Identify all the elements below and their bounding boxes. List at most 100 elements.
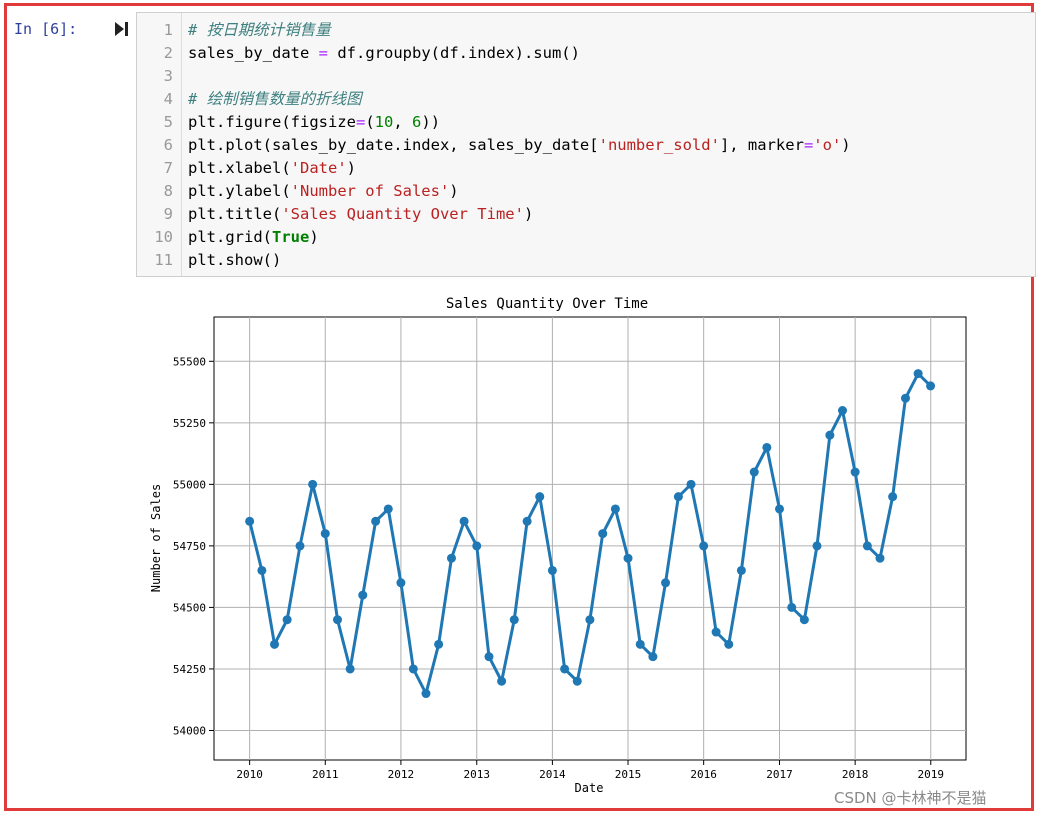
code-source: plt.grid(True): [188, 226, 319, 249]
data-point: [888, 492, 898, 502]
code-token: plt.figure(figsize: [188, 113, 356, 131]
code-line: 4 # 绘制销售数量的折线图: [137, 88, 1035, 111]
x-tick-label: 2016: [690, 768, 717, 781]
code-line: 10 plt.grid(True): [137, 226, 1035, 249]
data-point: [371, 516, 381, 526]
code-token: ,: [393, 113, 413, 131]
data-point: [762, 442, 772, 452]
code-token: 10: [374, 113, 394, 131]
x-tick-label: 2013: [464, 768, 491, 781]
code-token: plt.plot(sales_by_date.index, sales_by_d…: [188, 136, 599, 154]
code-line: 1 # 按日期统计销售量: [137, 19, 1035, 42]
data-point: [446, 553, 456, 563]
data-point: [434, 639, 444, 649]
data-point: [913, 369, 923, 379]
code-token: 'Number of Sales': [290, 182, 450, 200]
code-line: 6 plt.plot(sales_by_date.index, sales_by_…: [137, 134, 1035, 157]
data-point: [522, 516, 532, 526]
cell-prompt: In [6]:: [14, 20, 78, 38]
code-token: =: [355, 113, 366, 131]
code-token: plt.grid(: [188, 228, 272, 246]
data-point: [333, 615, 343, 625]
data-point: [686, 479, 696, 489]
data-point: [472, 541, 482, 551]
data-point: [926, 381, 936, 391]
chart-title: Sales Quantity Over Time: [446, 296, 648, 312]
data-point: [245, 516, 255, 526]
code-token: 'o': [813, 136, 842, 154]
data-point: [775, 504, 785, 514]
x-tick-label: 2012: [388, 768, 415, 781]
y-axis-label: Number of Sales: [149, 484, 163, 592]
code-line: 8 plt.ylabel('Number of Sales'): [137, 180, 1035, 203]
code-source: # 绘制销售数量的折线图: [188, 88, 362, 111]
code-line: 7 plt.xlabel('Date'): [137, 157, 1035, 180]
code-source: plt.xlabel('Date'): [188, 157, 356, 180]
code-token: sales_by_date: [188, 44, 319, 62]
code-source: plt.plot(sales_by_date.index, sales_by_d…: [188, 134, 851, 157]
y-tick-label: 55500: [173, 355, 206, 368]
line-number: 7: [163, 159, 173, 177]
data-point: [320, 529, 330, 539]
x-axis-label: Date: [575, 781, 604, 795]
code-token: ): [841, 136, 851, 154]
code-source: # 按日期统计销售量: [188, 19, 331, 42]
line-number: 10: [154, 228, 173, 246]
data-point: [257, 565, 267, 575]
data-point: [383, 504, 393, 514]
code-token: True: [272, 228, 310, 246]
code-token: 6: [412, 113, 422, 131]
code-source: plt.ylabel('Number of Sales'): [188, 180, 459, 203]
code-token: ): [346, 159, 356, 177]
line-number: 5: [163, 113, 173, 131]
data-point: [862, 541, 872, 551]
data-point: [572, 676, 582, 686]
code-token: # 按日期统计销售量: [188, 21, 331, 39]
code-editor[interactable]: 1 # 按日期统计销售量 2 sales_by_date = df.groupby(d…: [136, 12, 1036, 277]
data-point: [270, 639, 280, 649]
y-tick-label: 54500: [173, 601, 206, 614]
line-number: 3: [163, 67, 173, 85]
y-tick-label: 55250: [173, 417, 206, 430]
data-point: [648, 652, 658, 662]
code-token: ): [309, 228, 319, 246]
data-point: [484, 652, 494, 662]
data-point: [610, 504, 620, 514]
code-token: ): [523, 205, 534, 223]
y-tick-label: 54000: [173, 724, 206, 737]
code-token: =: [803, 136, 814, 154]
data-point: [850, 467, 860, 477]
code-token: ): [449, 182, 459, 200]
y-tick-label: 55000: [173, 478, 206, 491]
code-lines: 1 # 按日期统计销售量 2 sales_by_date = df.groupby(d…: [137, 19, 1035, 272]
data-point: [736, 565, 746, 575]
code-token: )): [421, 113, 441, 131]
code-line: 9 plt.title('Sales Quantity Over Time'): [137, 203, 1035, 226]
data-point: [585, 615, 595, 625]
code-token: ], marker: [719, 136, 804, 154]
data-point: [900, 393, 910, 403]
code-token: # 绘制销售数量的折线图: [188, 90, 362, 108]
y-tick-label: 54250: [173, 663, 206, 676]
line-number: 4: [163, 90, 173, 108]
data-point: [787, 602, 797, 612]
data-point: [396, 578, 406, 588]
code-source: plt.show(): [188, 249, 281, 272]
data-point: [535, 492, 545, 502]
x-ticks: 2010 2011 2012 2013 2014 2015 2016 2017 2018 2019: [236, 760, 944, 781]
data-point: [673, 492, 683, 502]
watermark: CSDN @卡林神不是猫: [834, 789, 987, 807]
data-point: [509, 615, 519, 625]
line-number: 9: [163, 205, 173, 223]
line-number: 1: [163, 21, 173, 39]
code-token: df.groupby(df.index).sum(): [328, 44, 580, 62]
output-area: Sales Quantity Over Time 2010 2011 2012 201…: [140, 290, 980, 800]
data-point: [421, 689, 431, 699]
data-point: [635, 639, 645, 649]
data-point: [598, 529, 608, 539]
data-point: [724, 639, 734, 649]
run-cell-icon[interactable]: [113, 20, 129, 38]
code-token: (: [365, 113, 375, 131]
line-number: 8: [163, 182, 173, 200]
code-token: =: [318, 44, 328, 62]
